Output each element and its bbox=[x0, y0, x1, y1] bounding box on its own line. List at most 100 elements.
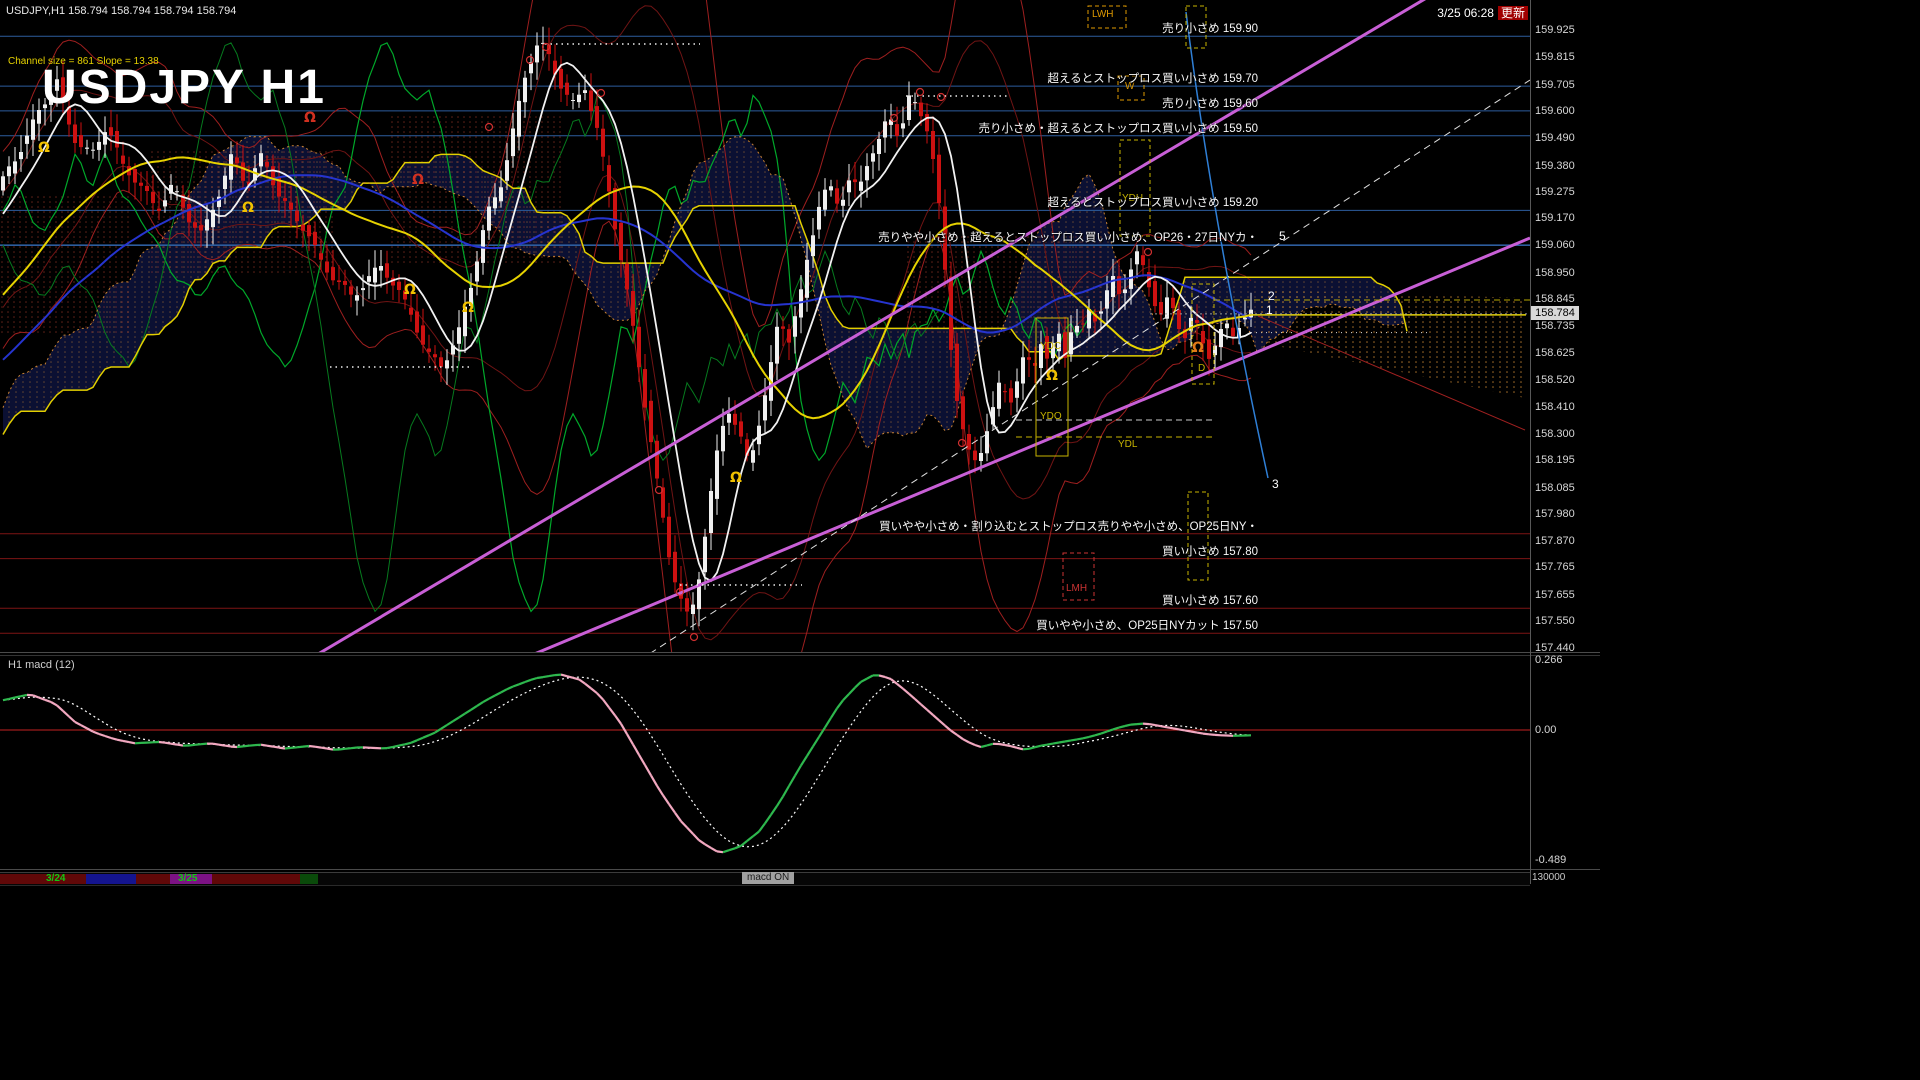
candle-body bbox=[1105, 290, 1109, 309]
candle-body bbox=[349, 286, 353, 295]
candle-body bbox=[13, 161, 17, 174]
macd-line-segment bbox=[722, 849, 730, 854]
macd-line-segment bbox=[104, 734, 112, 740]
candle-body bbox=[19, 152, 23, 160]
candle-body bbox=[385, 263, 389, 278]
macd-line-segment bbox=[344, 747, 352, 750]
macd-line-segment bbox=[170, 742, 178, 746]
candle-body bbox=[565, 82, 569, 95]
macd-line-segment bbox=[794, 764, 802, 777]
candle-body bbox=[517, 100, 521, 137]
macd-line-segment bbox=[902, 687, 910, 695]
macd-line-segment bbox=[890, 678, 898, 685]
candle-body bbox=[1, 176, 5, 191]
candle-body bbox=[841, 199, 845, 206]
macd-line-segment bbox=[650, 774, 658, 787]
candle-body bbox=[121, 155, 125, 164]
date-label: 3/24 bbox=[46, 873, 66, 884]
macd-line-segment bbox=[542, 675, 550, 679]
macd-line-segment bbox=[1076, 737, 1084, 741]
macd-line-segment bbox=[782, 785, 790, 797]
macd-line-segment bbox=[314, 745, 322, 749]
macd-line-segment bbox=[410, 739, 418, 744]
candle-body bbox=[229, 154, 233, 180]
macd-line-segment bbox=[566, 675, 574, 679]
macd-line-segment bbox=[1148, 723, 1156, 727]
macd-line-segment bbox=[938, 719, 946, 727]
macd-line-segment bbox=[848, 686, 856, 695]
macd-label: H1 macd (12) bbox=[8, 659, 75, 671]
macd-line-segment bbox=[620, 723, 628, 735]
macd-line-segment bbox=[674, 812, 682, 822]
macd-line-segment bbox=[698, 839, 706, 846]
macd-line-segment bbox=[482, 697, 490, 704]
candle-body bbox=[271, 166, 275, 186]
chart-canvas[interactable]: LWHWYDHDYDCYDOLMHYDLΩΩΩΩΩΩΩΩΩ5213 bbox=[0, 0, 1920, 1080]
candle-body bbox=[1177, 310, 1181, 329]
macd-line-segment bbox=[218, 743, 226, 747]
candle-body bbox=[295, 210, 299, 222]
macd-line-segment bbox=[464, 708, 472, 715]
candle-body bbox=[289, 202, 293, 210]
macd-line-segment bbox=[44, 698, 52, 704]
macd-line-segment bbox=[338, 747, 346, 751]
macd-line-segment bbox=[578, 678, 586, 685]
candle-body bbox=[523, 77, 527, 103]
macd-line-segment bbox=[548, 674, 556, 678]
candle-body bbox=[1111, 276, 1115, 297]
macd-line-segment bbox=[194, 743, 202, 746]
macd-line-segment bbox=[950, 729, 958, 736]
macd-line-segment bbox=[14, 695, 22, 699]
candle-body bbox=[943, 206, 947, 270]
candle-body bbox=[595, 106, 599, 128]
candle-body bbox=[1015, 381, 1019, 398]
candle-body bbox=[919, 102, 923, 117]
macd-line-segment bbox=[212, 742, 220, 746]
macd-line-segment bbox=[980, 744, 988, 749]
macd-line-segment bbox=[812, 736, 820, 747]
candle-body bbox=[283, 198, 287, 201]
macd-line-segment bbox=[1052, 741, 1060, 745]
candle-body bbox=[793, 316, 797, 337]
range-box bbox=[1187, 491, 1209, 581]
macd-line-segment bbox=[1034, 744, 1042, 749]
macd-line-segment bbox=[644, 764, 652, 776]
macd-line-segment bbox=[1112, 726, 1120, 731]
candle-body bbox=[865, 166, 869, 181]
macd-on-button[interactable]: macd ON bbox=[742, 872, 795, 884]
macd-line-segment bbox=[158, 740, 166, 744]
candle-body bbox=[643, 369, 647, 408]
macd-line-segment bbox=[236, 745, 244, 749]
candle-body bbox=[1021, 357, 1025, 384]
candle-body bbox=[1129, 269, 1133, 289]
session-segment bbox=[212, 874, 300, 884]
session-segment bbox=[136, 874, 170, 884]
macd-line-segment bbox=[854, 681, 862, 689]
macd-line-segment bbox=[458, 712, 466, 719]
candle-body bbox=[1027, 357, 1031, 360]
candle-body bbox=[847, 180, 851, 193]
macd-line-segment bbox=[668, 803, 676, 814]
candle-body bbox=[1141, 255, 1145, 266]
macd-line-segment bbox=[638, 754, 646, 766]
macd-line-segment bbox=[770, 805, 778, 816]
candle-body bbox=[637, 326, 641, 368]
candle-body bbox=[853, 179, 857, 183]
macd-line-segment bbox=[662, 794, 670, 805]
signal-circle-marker bbox=[936, 92, 946, 102]
macd-line-segment bbox=[608, 706, 616, 717]
macd-line-segment bbox=[656, 785, 664, 796]
candle-body bbox=[79, 135, 83, 148]
session-segment bbox=[300, 874, 318, 884]
macd-line-segment bbox=[746, 835, 754, 842]
macd-line-segment bbox=[1058, 740, 1066, 744]
macd-line-segment bbox=[1136, 722, 1144, 726]
macd-line-segment bbox=[626, 733, 634, 745]
candle-body bbox=[715, 450, 719, 499]
macd-line-segment bbox=[1064, 739, 1072, 743]
mt4-chart-window: LWH W YDH D YDC YDO LMH YDL Ω Ω Ω Ω Ω Ω Ω Ω Ω 5 2 1 3 USDJPY… bbox=[0, 0, 1920, 1080]
macd-line-segment bbox=[914, 698, 922, 706]
macd-line-segment bbox=[764, 814, 772, 825]
candle-body bbox=[967, 434, 971, 450]
candle-body bbox=[133, 169, 137, 183]
